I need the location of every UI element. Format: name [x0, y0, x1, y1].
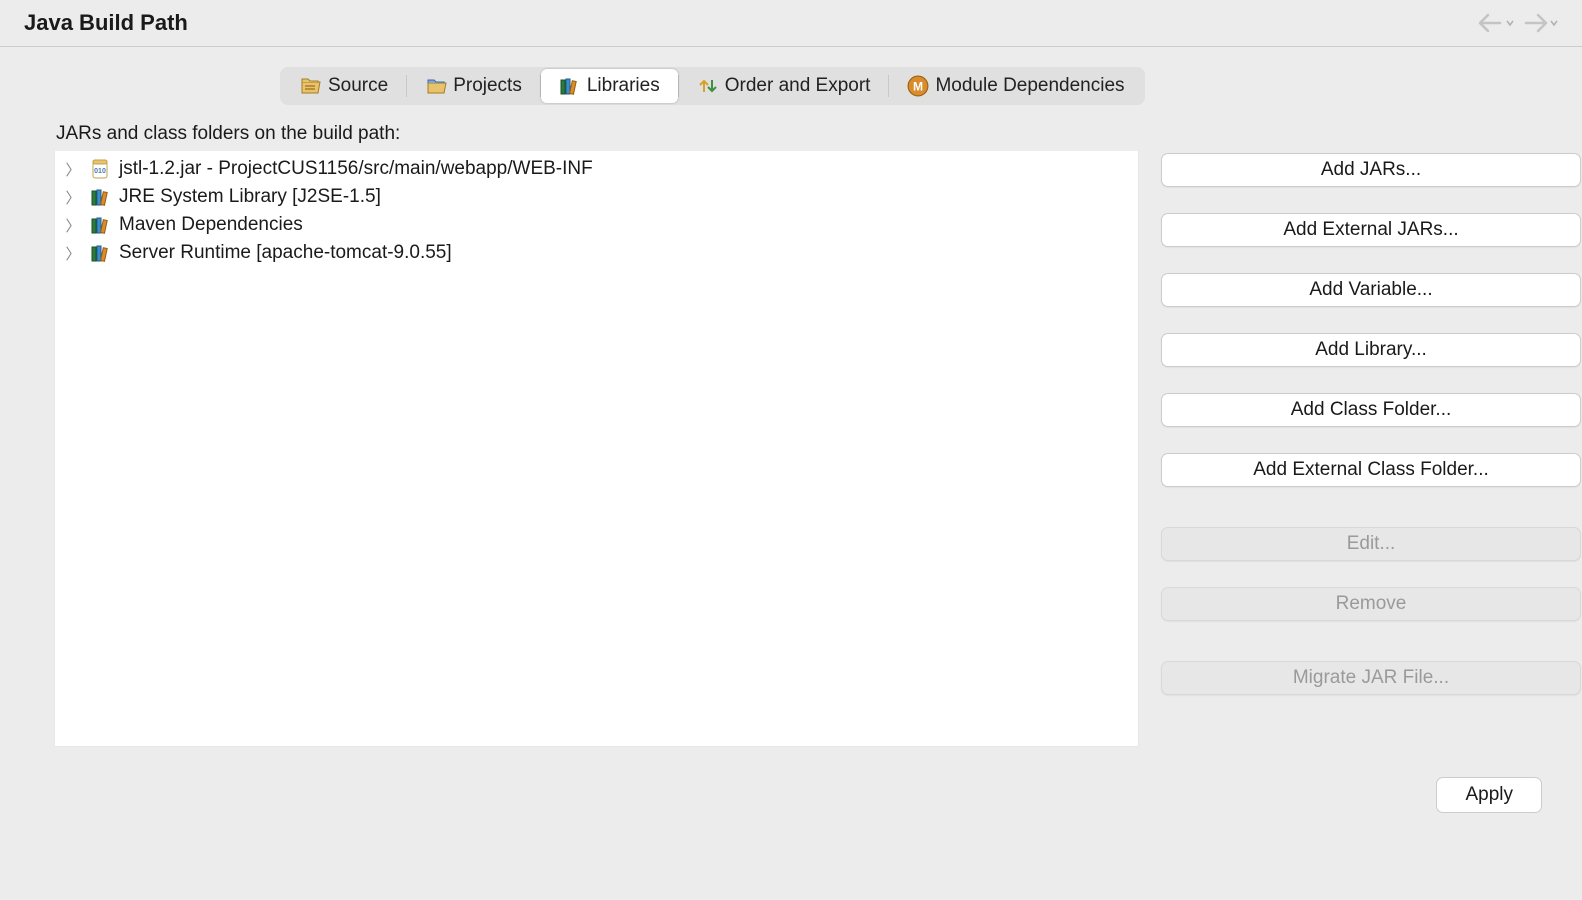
libraries-tree[interactable]: 〉 010 jstl-1.2.jar - ProjectCUS1156/src/… — [54, 151, 1139, 747]
add-external-jars-button[interactable]: Add External JARs... — [1161, 213, 1581, 247]
tree-item-library[interactable]: 〉 JRE System Library [J2SE-1.5] — [55, 183, 1138, 211]
add-variable-button[interactable]: Add Variable... — [1161, 273, 1581, 307]
tab-projects[interactable]: Projects — [407, 69, 540, 103]
tree-item-library[interactable]: 〉 Server Runtime [apache-tomcat-9.0.55] — [55, 239, 1138, 267]
arrow-right-icon — [1522, 12, 1548, 34]
tree-item-label: Maven Dependencies — [119, 214, 303, 236]
migrate-jar-button: Migrate JAR File... — [1161, 661, 1581, 695]
add-library-button[interactable]: Add Library... — [1161, 333, 1581, 367]
add-jars-button[interactable]: Add JARs... — [1161, 153, 1581, 187]
footer-bar: Apply — [40, 747, 1582, 813]
tab-label: Projects — [453, 75, 522, 97]
tab-label: Order and Export — [725, 75, 871, 97]
chevron-right-icon[interactable]: 〉 — [65, 215, 81, 236]
add-external-class-folder-button[interactable]: Add External Class Folder... — [1161, 453, 1581, 487]
chevron-right-icon[interactable]: 〉 — [65, 187, 81, 208]
main-row: 〉 010 jstl-1.2.jar - ProjectCUS1156/src/… — [40, 151, 1582, 747]
header-nav — [1478, 12, 1558, 34]
tab-module-dependencies[interactable]: M Module Dependencies — [889, 69, 1142, 103]
module-icon: M — [907, 75, 929, 97]
tree-item-label: Server Runtime [apache-tomcat-9.0.55] — [119, 242, 452, 264]
tab-bar: Source Projects Libraries Order — [280, 67, 1145, 105]
content-area: Source Projects Libraries Order — [0, 47, 1582, 813]
add-class-folder-button[interactable]: Add Class Folder... — [1161, 393, 1581, 427]
chevron-right-icon[interactable]: 〉 — [65, 159, 81, 180]
tab-source[interactable]: Source — [282, 69, 406, 103]
nav-back-button[interactable] — [1478, 12, 1514, 34]
section-subtitle: JARs and class folders on the build path… — [56, 123, 1582, 145]
page-title: Java Build Path — [24, 10, 188, 36]
tab-libraries[interactable]: Libraries — [541, 69, 678, 103]
tree-item-label: jstl-1.2.jar - ProjectCUS1156/src/main/w… — [119, 158, 593, 180]
source-folder-icon — [300, 75, 322, 97]
tab-label: Source — [328, 75, 388, 97]
svg-text:010: 010 — [94, 168, 106, 175]
libraries-icon — [559, 75, 581, 97]
jar-file-icon: 010 — [89, 158, 111, 180]
dropdown-caret-icon — [1506, 18, 1514, 28]
library-icon — [89, 214, 111, 236]
tab-label: Libraries — [587, 75, 660, 97]
tree-item-label: JRE System Library [J2SE-1.5] — [119, 186, 381, 208]
apply-button[interactable]: Apply — [1436, 777, 1542, 813]
action-buttons-panel: Add JARs... Add External JARs... Add Var… — [1161, 151, 1581, 747]
projects-folder-icon — [425, 75, 447, 97]
tab-order-export[interactable]: Order and Export — [679, 69, 889, 103]
dropdown-caret-icon — [1550, 18, 1558, 28]
tree-item-library[interactable]: 〉 Maven Dependencies — [55, 211, 1138, 239]
svg-text:M: M — [913, 79, 923, 93]
arrow-left-icon — [1478, 12, 1504, 34]
tree-item-jar[interactable]: 〉 010 jstl-1.2.jar - ProjectCUS1156/src/… — [55, 155, 1138, 183]
library-icon — [89, 186, 111, 208]
tab-label: Module Dependencies — [935, 75, 1124, 97]
page-header: Java Build Path — [0, 0, 1582, 47]
nav-forward-button[interactable] — [1522, 12, 1558, 34]
chevron-right-icon[interactable]: 〉 — [65, 243, 81, 264]
library-icon — [89, 242, 111, 264]
edit-button: Edit... — [1161, 527, 1581, 561]
remove-button: Remove — [1161, 587, 1581, 621]
order-export-icon — [697, 75, 719, 97]
